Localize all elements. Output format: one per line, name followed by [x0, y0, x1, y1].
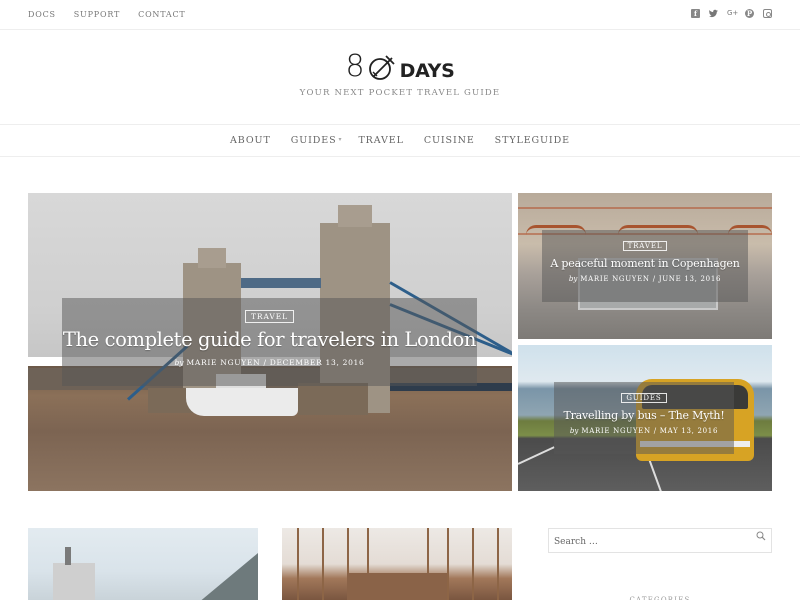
meta-by: by	[569, 427, 579, 435]
post-title[interactable]: A peaceful moment in Copenhagen	[542, 257, 748, 270]
meta-by: by	[568, 275, 578, 283]
globe-plane-icon	[368, 55, 395, 80]
post-card-castle-image[interactable]	[28, 528, 258, 600]
meta-separator: /	[652, 275, 656, 283]
social-links: f G+ P	[691, 9, 772, 18]
post-overlay: TRAVEL The complete guide for travelers …	[62, 298, 477, 386]
category-badge[interactable]: GUIDES	[621, 393, 667, 403]
site-logo[interactable]: 8 DAYS	[345, 46, 455, 84]
post-date[interactable]: MAY 13, 2016	[660, 427, 718, 435]
secondary-nav: DOCS SUPPORT CONTACT	[28, 10, 204, 19]
post-title[interactable]: The complete guide for travelers in Lond…	[62, 328, 477, 351]
post-meta: by MARIE NGUYEN / JUNE 13, 2016	[542, 275, 748, 283]
post-date[interactable]: JUNE 13, 2016	[659, 275, 721, 283]
meta-by: by	[174, 358, 184, 367]
post-author[interactable]: MARIE NGUYEN	[187, 358, 261, 367]
category-badge[interactable]: TRAVEL	[622, 241, 668, 251]
twitter-icon[interactable]	[709, 9, 718, 18]
nav-guides[interactable]: GUIDES ▾	[291, 135, 343, 146]
chevron-down-icon: ▾	[338, 136, 343, 143]
logo-number: 8	[345, 49, 365, 84]
featured-post-copenhagen[interactable]: TRAVEL A peaceful moment in Copenhagen b…	[518, 193, 772, 339]
nav-about[interactable]: ABOUT	[230, 135, 271, 146]
search-form	[548, 528, 772, 553]
sidebar-widget-title: CATEGORIES	[629, 596, 691, 600]
post-overlay: TRAVEL A peaceful moment in Copenhagen b…	[542, 230, 748, 302]
instagram-icon[interactable]	[763, 9, 772, 18]
site-tagline: YOUR NEXT POCKET TRAVEL GUIDE	[299, 88, 501, 98]
meta-separator: /	[263, 358, 267, 367]
site-branding: 8 DAYS YOUR NEXT POCKET TRAVEL GUIDE	[0, 46, 800, 99]
nav-cuisine[interactable]: CUISINE	[424, 135, 475, 146]
top-bar: DOCS SUPPORT CONTACT f G+ P	[0, 0, 800, 30]
post-meta: by MARIE NGUYEN / DECEMBER 13, 2016	[62, 358, 477, 367]
main-nav: ABOUT GUIDES ▾ TRAVEL CUISINE STYLEGUIDE	[0, 124, 800, 157]
featured-post-london[interactable]: TRAVEL The complete guide for travelers …	[28, 193, 512, 491]
top-link-docs[interactable]: DOCS	[28, 10, 56, 19]
featured-post-bus[interactable]: GUIDES Travelling by bus – The Myth! by M…	[518, 345, 772, 491]
post-card-bridge-image[interactable]	[282, 528, 512, 600]
nav-travel[interactable]: TRAVEL	[358, 135, 403, 146]
search-icon[interactable]	[756, 531, 766, 541]
meta-separator: /	[653, 427, 657, 435]
google-plus-icon[interactable]: G+	[727, 9, 738, 18]
post-meta: by MARIE NGUYEN / MAY 13, 2016	[554, 427, 734, 435]
nav-styleguide[interactable]: STYLEGUIDE	[495, 135, 570, 146]
top-link-support[interactable]: SUPPORT	[74, 10, 120, 19]
category-badge[interactable]: TRAVEL	[245, 310, 294, 323]
facebook-icon[interactable]: f	[691, 9, 700, 18]
pinterest-icon[interactable]: P	[745, 9, 754, 18]
post-title[interactable]: Travelling by bus – The Myth!	[554, 409, 734, 422]
logo-word: DAYS	[399, 60, 455, 82]
nav-guides-label: GUIDES	[290, 135, 337, 146]
post-author[interactable]: MARIE NGUYEN	[581, 427, 650, 435]
search-input[interactable]	[549, 529, 749, 552]
post-overlay: GUIDES Travelling by bus – The Myth! by M…	[554, 382, 734, 454]
post-author[interactable]: MARIE NGUYEN	[580, 275, 649, 283]
top-link-contact[interactable]: CONTACT	[138, 10, 185, 19]
post-date[interactable]: DECEMBER 13, 2016	[270, 358, 365, 367]
